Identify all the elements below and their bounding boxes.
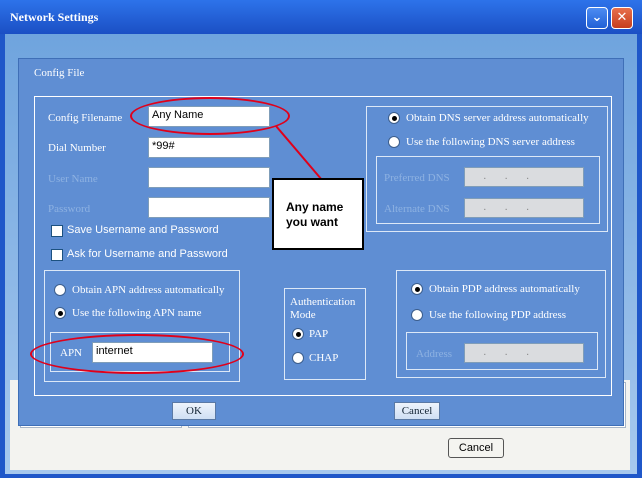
ip-separators: . . .	[468, 201, 530, 213]
chevron-down-icon: ⌄	[591, 10, 603, 25]
apn-manual-label: Use the following APN name	[72, 307, 202, 319]
dns-auto-label: Obtain DNS server address automatically	[406, 112, 589, 124]
window-title: Network Settings	[10, 10, 99, 24]
authentication-heading: Authentication Mode	[290, 296, 356, 321]
highlight-ellipse-apn	[30, 334, 244, 374]
config-dialog-title: Config File	[34, 67, 85, 79]
dns-auto-radio[interactable]	[388, 112, 400, 124]
save-credentials-checkbox[interactable]	[51, 225, 63, 237]
config-filename-label: Config Filename	[48, 112, 123, 124]
apn-manual-radio[interactable]	[54, 307, 66, 319]
preferred-dns-input[interactable]: . . .	[464, 167, 584, 187]
pdp-manual-label: Use the following PDP address	[429, 309, 567, 321]
ip-separators: . . .	[468, 170, 530, 182]
dial-number-input[interactable]: *99#	[148, 137, 270, 158]
apn-auto-label: Obtain APN address automatically	[72, 284, 225, 296]
ask-credentials-label: Ask for Username and Password	[67, 248, 228, 260]
auth-chap-label: CHAP	[309, 352, 339, 364]
auth-pap-radio[interactable]	[292, 328, 304, 340]
save-credentials-label: Save Username and Password	[67, 224, 219, 236]
ip-separators: . . .	[468, 346, 530, 358]
callout-note: Any name you want	[272, 178, 364, 250]
pdp-address-label: Address	[416, 348, 453, 360]
preferred-dns-label: Preferred DNS	[384, 172, 450, 184]
auth-pap-label: PAP	[309, 328, 329, 340]
dns-manual-label: Use the following DNS server address	[406, 136, 575, 148]
close-icon: ✕	[616, 10, 628, 25]
apn-auto-radio[interactable]	[54, 284, 66, 296]
auth-chap-radio[interactable]	[292, 352, 304, 364]
password-label: Password	[48, 203, 91, 215]
ok-button[interactable]: OK	[172, 402, 216, 420]
close-button[interactable]: ✕	[611, 7, 633, 29]
dns-manual-radio[interactable]	[388, 136, 400, 148]
cancel-button[interactable]: Cancel	[394, 402, 440, 420]
alternate-dns-input[interactable]: . . .	[464, 198, 584, 218]
user-name-label: User Name	[48, 173, 98, 185]
ask-credentials-checkbox[interactable]	[51, 249, 63, 261]
pdp-address-input[interactable]: . . .	[464, 343, 584, 363]
minimize-button[interactable]: ⌄	[586, 7, 608, 29]
callout-line-2: you want	[286, 215, 339, 229]
dial-number-label: Dial Number	[48, 142, 106, 154]
pdp-auto-radio[interactable]	[411, 283, 423, 295]
password-input[interactable]	[148, 197, 270, 218]
user-name-input[interactable]	[148, 167, 270, 188]
callout-line-1: Any name	[286, 200, 344, 214]
alternate-dns-label: Alternate DNS	[384, 203, 450, 215]
window-cancel-button[interactable]: Cancel	[448, 438, 504, 458]
highlight-ellipse-filename	[130, 97, 290, 135]
pdp-auto-label: Obtain PDP address automatically	[429, 283, 580, 295]
pdp-manual-radio[interactable]	[411, 309, 423, 321]
